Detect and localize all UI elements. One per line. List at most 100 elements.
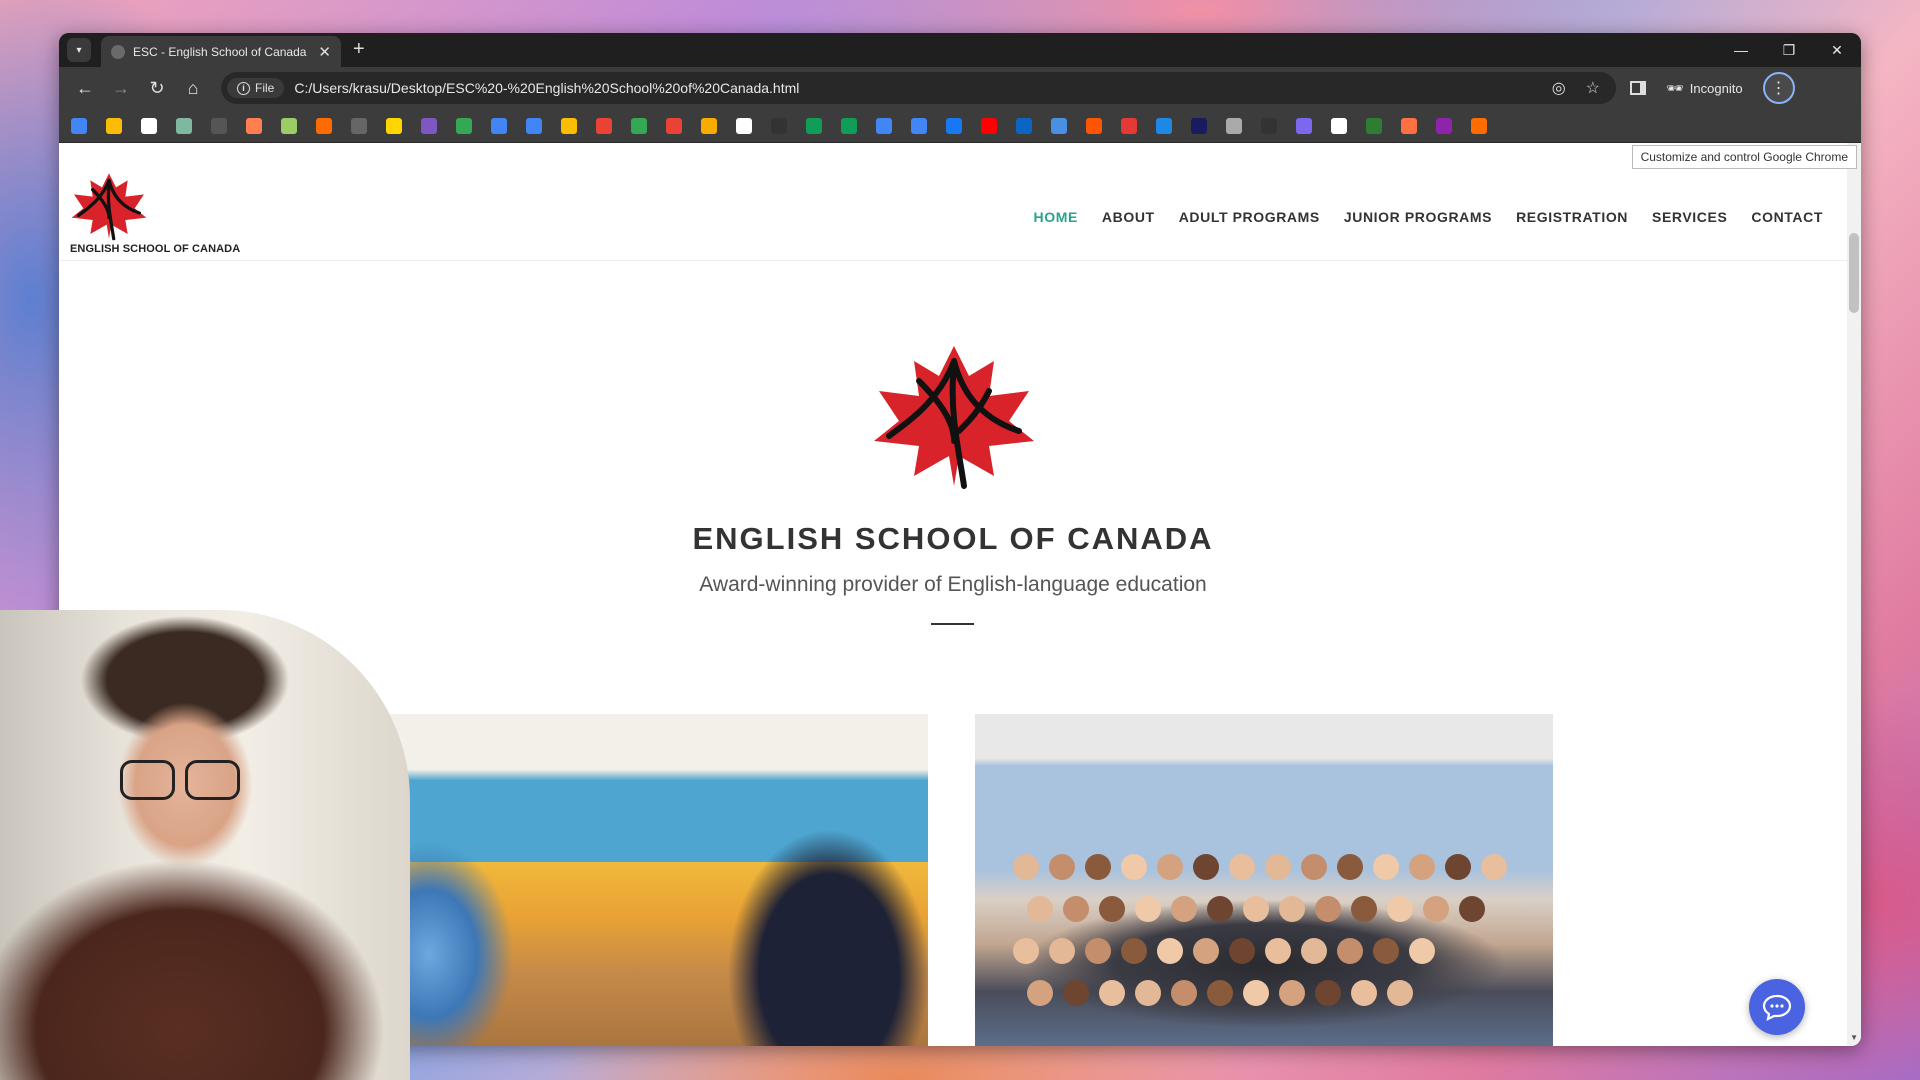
person-face [1279,896,1305,922]
bookmark-icon[interactable] [1296,117,1312,134]
bookmark-icon[interactable] [946,117,962,134]
person-face [1099,980,1125,1006]
person-face [1063,980,1089,1006]
person-face [1423,896,1449,922]
bookmark-icon[interactable] [386,117,402,134]
person-face [1409,854,1435,880]
kebab-menu-icon[interactable]: ⋮ [1762,72,1795,104]
star-icon[interactable]: ☆ [1586,78,1600,98]
bookmark-icon[interactable] [561,117,577,134]
person-face [1193,854,1219,880]
maple-leaf-logo-icon[interactable] [69,171,149,241]
page-scrollbar[interactable]: ▲ ▼ [1847,143,1861,1046]
chat-button[interactable] [1749,979,1805,1035]
person-face [1013,938,1039,964]
bookmark-icon[interactable] [281,117,297,134]
bookmark-icon[interactable] [141,117,157,134]
person-face [1063,896,1089,922]
person-face [1207,896,1233,922]
minimize-icon[interactable]: — [1717,33,1765,67]
site-info-chip[interactable]: i File [227,78,285,98]
incognito-badge[interactable]: 🕶 Incognito [1654,74,1755,103]
side-panel-icon[interactable] [1630,81,1646,95]
bookmark-icon[interactable] [981,117,997,134]
person-face [1373,938,1399,964]
bookmark-icon[interactable] [701,117,717,134]
header-logo-text[interactable]: ENGLISH SCHOOL OF CANADA [70,243,240,255]
bookmark-icon[interactable] [1436,117,1452,134]
nav-services[interactable]: SERVICES [1652,209,1727,225]
bookmark-icon[interactable] [106,117,122,134]
bookmark-icon[interactable] [771,117,787,134]
bookmark-icon[interactable] [1471,117,1487,134]
person-face [1049,854,1075,880]
person-face [1193,938,1219,964]
bookmark-icon[interactable] [316,117,332,134]
bookmark-icon[interactable] [911,117,927,134]
scroll-down-icon[interactable]: ▼ [1850,1033,1858,1042]
person-face [1229,938,1255,964]
site-header: ENGLISH SCHOOL OF CANADA HOME ABOUT ADUL… [59,143,1861,261]
person-face [1459,896,1485,922]
forward-icon[interactable]: → [103,72,139,104]
person-face [1387,980,1413,1006]
bookmark-icon[interactable] [1016,117,1032,134]
bookmark-icon[interactable] [1121,117,1137,134]
bookmark-icon[interactable] [246,117,262,134]
main-nav: HOME ABOUT ADULT PROGRAMS JUNIOR PROGRAM… [1034,209,1823,225]
tab-search-icon[interactable]: ▾ [67,38,91,62]
bookmark-icon[interactable] [211,117,227,134]
home-icon[interactable]: ⌂ [175,72,211,104]
bookmark-icon[interactable] [526,117,542,134]
bookmark-icon[interactable] [1331,117,1347,134]
nav-home[interactable]: HOME [1034,209,1078,225]
bookmark-icon[interactable] [491,117,507,134]
close-window-icon[interactable]: ✕ [1813,33,1861,67]
scroll-thumb[interactable] [1849,233,1859,313]
globe-icon [111,44,125,59]
bookmark-icon[interactable] [421,117,437,134]
nav-registration[interactable]: REGISTRATION [1516,209,1628,225]
back-icon[interactable]: ← [67,72,103,104]
new-tab-button[interactable]: + [353,38,365,61]
bookmark-icon[interactable] [71,117,87,134]
eye-off-icon[interactable]: ◎ [1552,78,1566,98]
bookmark-icon[interactable] [596,117,612,134]
nav-contact[interactable]: CONTACT [1751,209,1823,225]
bookmark-icon[interactable] [1156,117,1172,134]
bookmark-icon[interactable] [666,117,682,134]
bookmark-icon[interactable] [351,117,367,134]
url-text[interactable]: C:/Users/krasu/Desktop/ESC%20-%20English… [294,80,1541,96]
bookmark-icon[interactable] [1191,117,1207,134]
info-icon: i [237,81,250,95]
lens-left [120,760,175,800]
bookmark-icon[interactable] [1051,117,1067,134]
bookmark-icon[interactable] [176,117,192,134]
restore-icon[interactable]: ❐ [1765,33,1813,67]
address-bar[interactable]: i File C:/Users/krasu/Desktop/ESC%20-%20… [221,72,1616,104]
bookmark-icon[interactable] [736,117,752,134]
bookmark-icon[interactable] [841,117,857,134]
bookmark-icon[interactable] [806,117,822,134]
nav-junior-programs[interactable]: JUNIOR PROGRAMS [1344,209,1492,225]
bookmark-icon[interactable] [1226,117,1242,134]
browser-toolbar: ← → ↻ ⌂ i File C:/Users/krasu/Desktop/ES… [59,67,1861,169]
bookmark-icon[interactable] [1261,117,1277,134]
nav-adult-programs[interactable]: ADULT PROGRAMS [1179,209,1320,225]
person-face [1157,938,1183,964]
bookmark-icon[interactable] [1401,117,1417,134]
bookmark-icon[interactable] [1086,117,1102,134]
bookmark-icon[interactable] [1366,117,1382,134]
person-face [1265,938,1291,964]
person-face [1315,896,1341,922]
chat-bubble-icon [1762,994,1792,1021]
hero-subtitle: Award-winning provider of English-langua… [699,573,1207,596]
reload-icon[interactable]: ↻ [139,72,175,104]
bookmark-icon[interactable] [876,117,892,134]
bookmark-icon[interactable] [456,117,472,134]
nav-about[interactable]: ABOUT [1102,209,1155,225]
person-face [1013,854,1039,880]
tab-close-icon[interactable]: ✕ [318,43,331,61]
bookmark-icon[interactable] [631,117,647,134]
tab-active[interactable]: ESC - English School of Canada ✕ [101,36,341,67]
